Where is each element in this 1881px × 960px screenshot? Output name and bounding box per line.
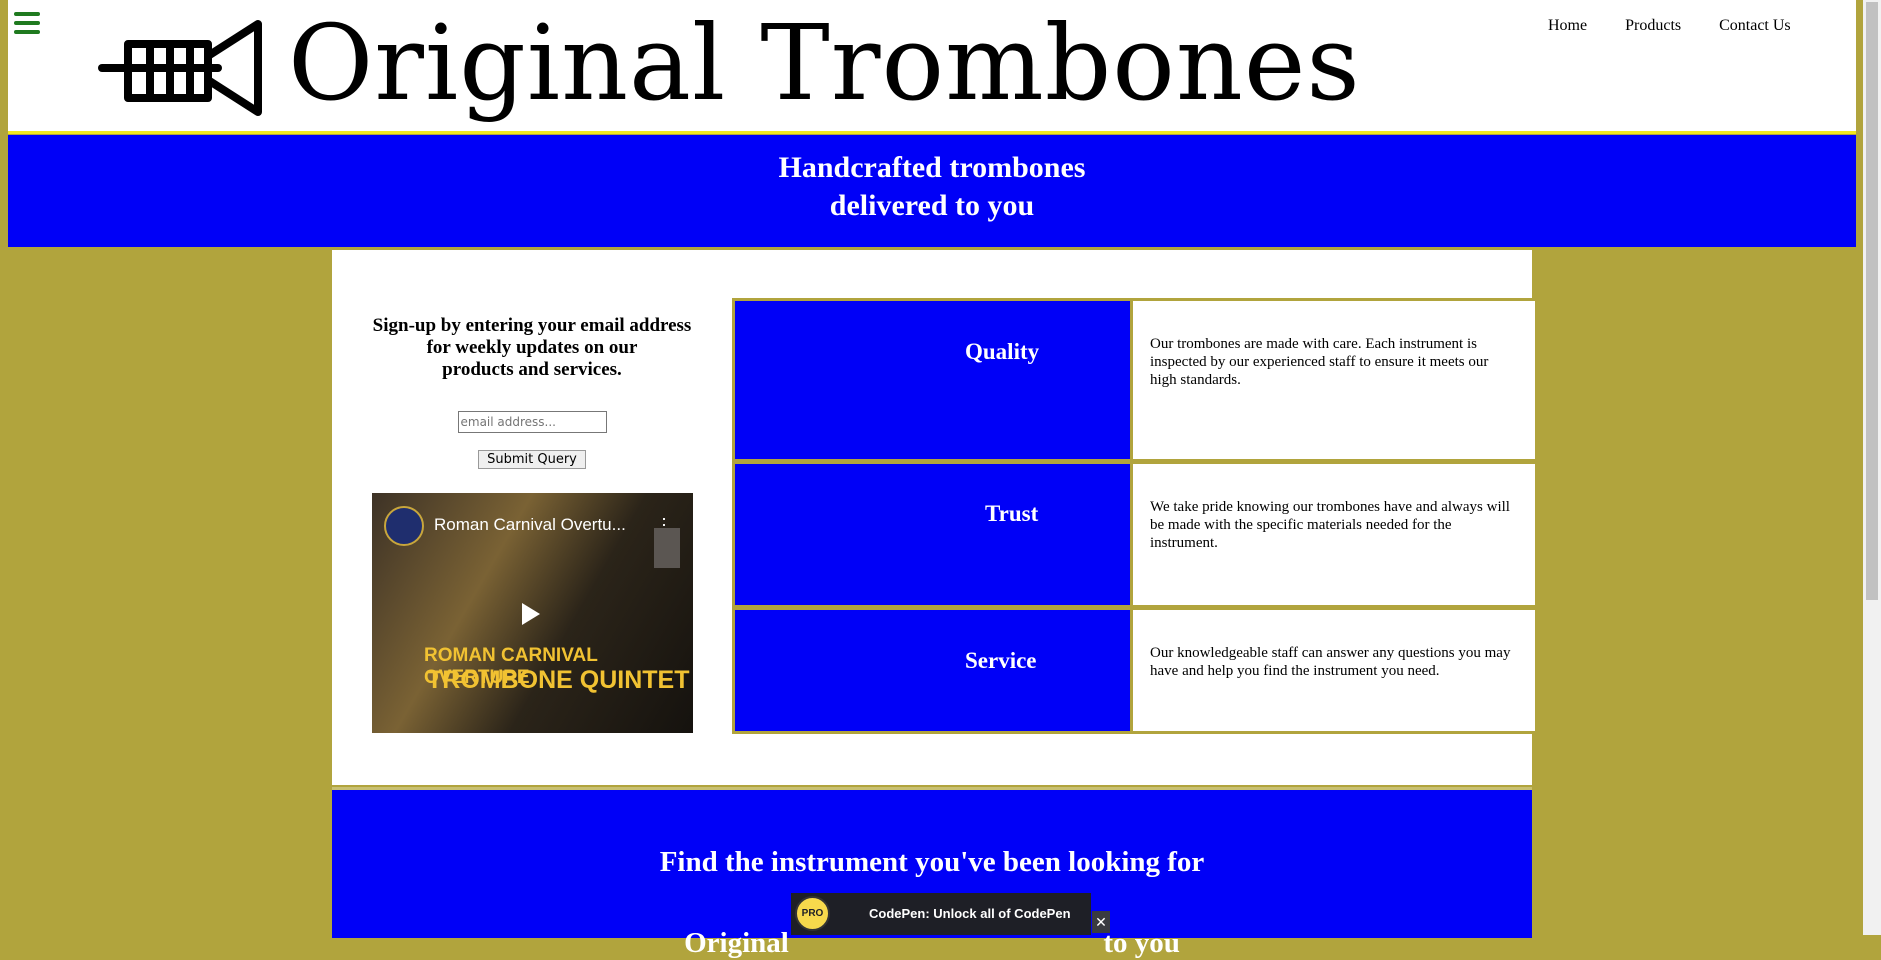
scrollbar-thumb[interactable] <box>1866 2 1878 600</box>
signup-text-line3: products and services. <box>442 359 622 380</box>
pro-badge-icon: PRO <box>795 896 830 931</box>
vertical-scrollbar[interactable] <box>1863 0 1881 935</box>
close-icon[interactable]: ✕ <box>1092 911 1110 933</box>
features-table: Quality Our trombones are made with care… <box>732 298 1538 734</box>
feature-desc-service: Our knowledgeable staff can answer any q… <box>1133 610 1535 731</box>
signup-text-line2: for weekly updates on our <box>426 337 638 358</box>
hero-heading-line2: delivered to you <box>829 189 1035 222</box>
nav-link-home[interactable]: Home <box>1548 17 1587 34</box>
hero-heading: Handcrafted trombones delivered to you <box>8 149 1856 225</box>
hero-heading-line1: Handcrafted trombones <box>778 151 1086 184</box>
promo-text[interactable]: CodePen: Unlock all of CodePen <box>869 906 1071 921</box>
banner-heading: Find the instrument you've been looking … <box>659 846 1205 878</box>
signup-text: Sign-up by entering your email address f… <box>372 315 692 381</box>
hero-banner: Handcrafted trombones delivered to you <box>8 135 1856 247</box>
video-embed[interactable]: Roman Carnival Overtu... ⋮ ROMAN CARNIVA… <box>372 493 693 733</box>
main-nav: Home Products Contact Us <box>1548 17 1825 35</box>
feature-desc-quality: Our trombones are made with care. Each i… <box>1133 301 1535 459</box>
page: Original Trombones Home Products Contact… <box>0 0 1863 959</box>
submit-query-button[interactable]: Submit Query <box>478 450 586 469</box>
feature-title-quality: Quality <box>735 301 1130 459</box>
signup-text-line1: Sign-up by entering your email address <box>372 315 692 336</box>
email-input[interactable] <box>457 411 607 433</box>
feature-title-trust: Trust <box>735 464 1130 605</box>
feature-row: Service Our knowledgeable staff can answ… <box>735 610 1535 731</box>
feature-title-service: Service <box>735 610 1130 731</box>
feature-desc-trust: We take pride knowing our trombones have… <box>1133 464 1535 605</box>
nav-link-products[interactable]: Products <box>1625 17 1681 34</box>
site-header: Original Trombones Home Products Contact… <box>8 0 1856 134</box>
channel-avatar[interactable] <box>384 506 424 546</box>
trumpet-logo-icon <box>98 20 262 116</box>
nav-link-contact[interactable]: Contact Us <box>1719 17 1791 34</box>
banner-sub-left: Original <box>684 927 789 959</box>
play-icon[interactable] <box>522 603 540 625</box>
video-caption-line2: TROMBONE QUINTET <box>427 666 690 694</box>
signup-form: Sign-up by entering your email address f… <box>372 315 692 469</box>
feature-row: Quality Our trombones are made with care… <box>735 301 1535 459</box>
youtube-icon <box>654 528 680 568</box>
hamburger-menu-icon[interactable] <box>14 12 40 36</box>
banner-sub-right: to you <box>1103 927 1180 959</box>
site-title: Original Trombones <box>288 2 1361 124</box>
feature-row: Trust We take pride knowing our trombone… <box>735 464 1535 605</box>
video-title[interactable]: Roman Carnival Overtu... <box>434 515 626 535</box>
main-content: Sign-up by entering your email address f… <box>332 250 1538 785</box>
codepen-promo-bar[interactable]: PRO CodePen: Unlock all of CodePen <box>791 893 1091 935</box>
